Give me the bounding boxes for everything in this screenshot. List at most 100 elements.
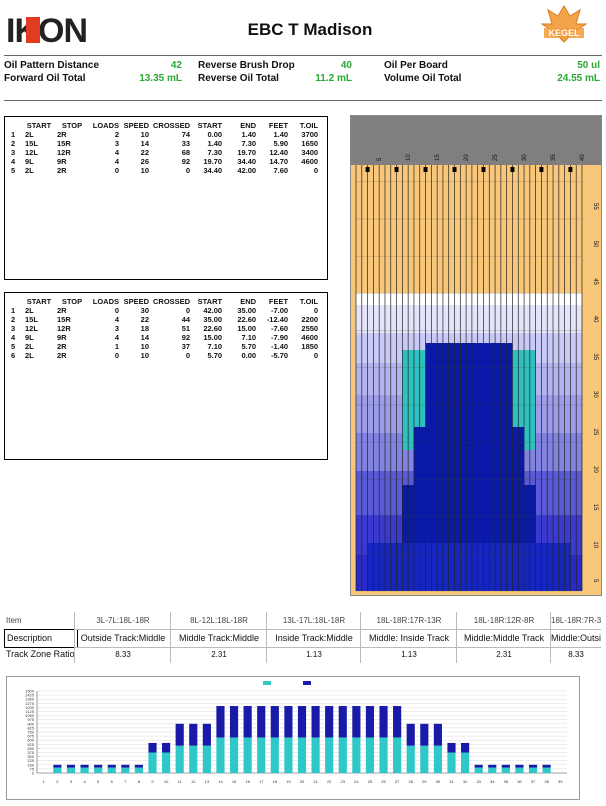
forward-cell: 9R <box>57 157 67 166</box>
chart-bar-segment <box>257 737 266 773</box>
forward-cell: 15L <box>25 139 38 148</box>
forward-cell: 3700 <box>301 130 319 139</box>
chart-bar-segment <box>216 706 225 738</box>
chart-bar-segment <box>474 767 483 773</box>
chart-bar-segment <box>379 706 388 738</box>
chart-bar-segment <box>94 764 103 768</box>
chart-bar-segment <box>311 737 320 773</box>
forward-cell: 9L <box>25 157 34 166</box>
oil-distribution-chart-frame: 0 75 150 225 300 375 450 525 600 675 750 825 900 975 1… <box>6 676 580 800</box>
volume-oil-total-label: Volume Oil Total <box>384 73 462 84</box>
chart-x-tick-label: 4 <box>83 779 86 784</box>
reverse-cell: 0 <box>185 306 191 315</box>
reverse-cell: 4 <box>11 333 16 342</box>
chart-bar-segment <box>447 742 456 753</box>
forward-cell: 0.00 <box>207 130 223 139</box>
reverse-cell: 15R <box>57 315 71 324</box>
reverse-cell: 35.00 <box>203 315 223 324</box>
lane-arrow-mark <box>365 167 370 172</box>
track-zone-header-row: Item 3L-7L:18L-18R 8L-12L:18L-18R 13L-17L:1… <box>4 612 601 629</box>
chart-x-tick-label: 17 <box>259 779 264 784</box>
reverse-cell: 4600 <box>301 333 319 342</box>
reverse-header-cell: LOADS <box>92 297 119 306</box>
chart-x-tick-label: 30 <box>436 779 441 784</box>
forward-cell: 10 <box>140 130 149 139</box>
lane-arrow-mark <box>394 167 399 172</box>
stats-row-2: Forward Oil Total 13.35 mL Reverse Oil T… <box>4 73 602 86</box>
table-row: 1 2L 2R 2 10 74 0.00 1.40 1.40 3700 <box>9 130 320 139</box>
chart-bar-segment <box>406 723 415 746</box>
chart-bar-segment <box>202 723 211 746</box>
chart-x-tick-label: 1 <box>43 779 46 784</box>
track-zone-cell: 8L-12L:18L-18R <box>170 612 267 629</box>
lane-board-label: 40 <box>580 154 586 161</box>
table-row: 4 9L 9R 4 26 92 19.70 34.40 14.70 4600 <box>9 157 320 166</box>
forward-cell: 33 <box>181 139 191 148</box>
lane-foot-label: 40 <box>592 316 598 323</box>
forward-cell: 3 <box>114 139 119 148</box>
reverse-header-cell: T.OIL <box>299 297 319 306</box>
chart-bar-segment <box>433 745 442 773</box>
reverse-oil-total-label: Reverse Oil Total <box>198 73 279 84</box>
reverse-header-cell: FEET <box>268 297 289 306</box>
lane-board-label: 15 <box>435 154 441 161</box>
reverse-cell: 92 <box>181 333 191 342</box>
kegel-logo: KEGEL <box>540 5 588 43</box>
chart-bar-segment <box>202 745 211 773</box>
lane-oil-edge <box>356 293 582 305</box>
chart-bar-segment <box>352 737 361 773</box>
forward-header-cell: END <box>240 121 257 130</box>
chart-bar-segment <box>162 752 171 773</box>
reverse-cell: 1 <box>11 306 16 315</box>
track-zone-cell: 1.13 <box>360 646 457 663</box>
chart-x-tick-label: 26 <box>381 779 386 784</box>
reverse-cell: 10 <box>140 342 149 351</box>
track-zone-cell: 1.13 <box>266 646 361 663</box>
reverse-brush-drop-value: 40 <box>340 60 352 71</box>
chart-bar-segment <box>528 764 538 768</box>
chart-x-tick-label: 5 <box>97 779 100 784</box>
table-row: 2 15L 15R 3 14 33 1.40 7.30 5.90 1650 <box>9 139 320 148</box>
chart-bar-segment <box>501 764 510 768</box>
forward-oil-total-value: 13.35 mL <box>139 73 182 84</box>
table-row: 3 12L 12R 4 22 68 7.30 19.70 12.40 3400 <box>9 148 320 157</box>
chart-bar-segment <box>297 706 307 738</box>
chart-x-tick-label: 33 <box>476 779 481 784</box>
track-zone-cell: 18L-18R:17R-13R <box>360 612 457 629</box>
forward-cell: 12.40 <box>269 148 289 157</box>
chart-bar-segment <box>121 764 130 768</box>
reverse-cell: 7.10 <box>207 342 223 351</box>
kegel-logo-text: KEGEL <box>548 28 580 38</box>
forward-cell: 0 <box>114 166 119 175</box>
chart-bar-segment <box>189 745 198 773</box>
table-row: 6 2L 2R 0 10 0 5.70 0.00 -5.70 0 <box>9 351 320 360</box>
forward-cell: 34.40 <box>203 166 223 175</box>
forward-cell: 2R <box>57 166 67 175</box>
reverse-cell: 30 <box>140 306 149 315</box>
forward-cell: 7.30 <box>207 148 223 157</box>
forward-cell: 92 <box>181 157 191 166</box>
chart-x-tick-label: 9 <box>151 779 154 784</box>
reverse-cell: 2L <box>25 306 34 315</box>
chart-bar-segment <box>528 767 538 773</box>
forward-cell: 26 <box>140 157 149 166</box>
chart-legend-swatch <box>303 681 311 685</box>
reverse-cell: 51 <box>181 324 191 333</box>
chart-x-tick-label: 19 <box>286 779 291 784</box>
track-zone-row-label: Item <box>6 616 22 625</box>
chart-x-tick-label: 23 <box>341 779 346 784</box>
forward-cell: 12L <box>25 148 38 157</box>
chart-bar-segment <box>515 767 524 773</box>
reverse-header-cell: END <box>240 297 257 306</box>
lane-foot-label: 30 <box>592 391 598 398</box>
reverse-cell: -1.40 <box>270 342 289 351</box>
forward-cell: 4600 <box>301 157 319 166</box>
page-title: EBC T Madison <box>247 20 373 39</box>
track-zone-cell: 2.31 <box>170 646 267 663</box>
reverse-cell: 42.00 <box>203 306 223 315</box>
forward-oil-total-label: Forward Oil Total <box>4 73 86 84</box>
reverse-cell: 22.60 <box>237 315 257 324</box>
reverse-cell: 10 <box>140 351 149 360</box>
reverse-brush-drop-label: Reverse Brush Drop <box>198 60 295 71</box>
chart-bar-segment <box>94 767 103 773</box>
